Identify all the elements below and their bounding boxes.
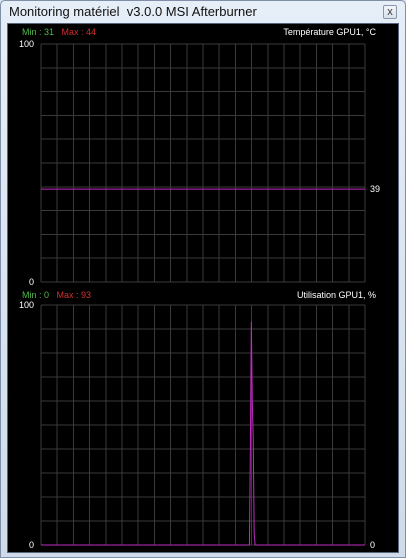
- graph-area[interactable]: Min : 31 Max : 44 Température GPU1, °C 1…: [7, 23, 399, 553]
- temperature-graph: [40, 43, 366, 283]
- temperature-legend: Min : 31 Max : 44: [22, 27, 96, 38]
- title-bar[interactable]: Monitoring matériel v3.0.0 MSI Afterburn…: [1, 1, 405, 23]
- window-title: Monitoring matériel v3.0.0 MSI Afterburn…: [9, 4, 257, 19]
- monitoring-window: Monitoring matériel v3.0.0 MSI Afterburn…: [0, 0, 406, 558]
- utilisation-current-value: 0: [370, 540, 376, 550]
- utilisation-y-min-label: 0: [28, 540, 34, 550]
- temperature-min-label: Min : 31: [22, 27, 55, 37]
- temperature-max-label: Max : 44: [61, 27, 97, 37]
- temperature-title: Température GPU1, °C: [283, 27, 376, 37]
- utilisation-graph-panel[interactable]: Min : 0 Max : 93 Utilisation GPU1, % 100…: [8, 288, 398, 552]
- utilisation-y-max-label: 100: [18, 300, 34, 310]
- temperature-graph-panel[interactable]: Min : 31 Max : 44 Température GPU1, °C 1…: [8, 24, 398, 288]
- temperature-current-value: 39: [370, 184, 381, 195]
- utilisation-title: Utilisation GPU1, %: [296, 290, 376, 300]
- close-icon: x: [387, 5, 393, 18]
- utilisation-max-label: Max : 93: [56, 290, 92, 300]
- close-button[interactable]: x: [383, 5, 397, 19]
- utilisation-min-label: Min : 0: [22, 290, 50, 300]
- utilisation-graph: [40, 304, 366, 546]
- temperature-y-max-label: 100: [18, 39, 34, 49]
- temperature-y-min-label: 0: [28, 277, 34, 287]
